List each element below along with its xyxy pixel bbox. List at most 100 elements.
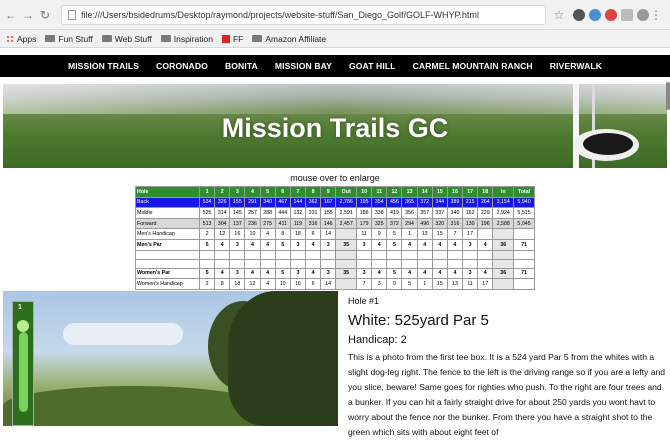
hole-photo[interactable]: 1 bbox=[3, 291, 338, 426]
table-cell: 2,786 bbox=[335, 196, 358, 209]
table-cell: 2,457 bbox=[335, 217, 358, 230]
table-cell bbox=[416, 249, 433, 260]
table-cell bbox=[462, 249, 479, 260]
scrollbar[interactable] bbox=[666, 82, 670, 110]
table-cell: 155 bbox=[320, 207, 337, 219]
table-cell: 264 bbox=[477, 196, 494, 209]
table-cell: 4 bbox=[259, 278, 276, 290]
table-cell bbox=[477, 258, 494, 269]
table-cell: 467 bbox=[274, 196, 291, 209]
table-cell bbox=[356, 249, 373, 260]
table-cell: 4 bbox=[304, 267, 322, 280]
table-cell bbox=[229, 258, 246, 269]
table-cell bbox=[386, 249, 403, 260]
table-cell: 16 bbox=[446, 186, 464, 198]
table-cell: 6 bbox=[274, 186, 291, 198]
hole-description: This is a photo from the first tee box. … bbox=[348, 352, 666, 437]
table-cell bbox=[477, 249, 494, 260]
table-cell: 9 bbox=[386, 278, 403, 290]
address-bar[interactable]: file:///Users/bsidedrums/Desktop/raymond… bbox=[61, 4, 546, 25]
table-row bbox=[135, 258, 535, 269]
bookmark-inspiration[interactable]: Inspiration bbox=[160, 34, 213, 44]
table-row: Women's Par 5 4 3 4 4 5 3 4 3 35 3 4 5 4 4 4 4 3 4 36 71 bbox=[135, 267, 535, 280]
table-cell: 4 bbox=[416, 238, 433, 251]
table-cell bbox=[513, 249, 535, 260]
reload-icon[interactable]: ↻ bbox=[38, 8, 52, 22]
extension-icon[interactable] bbox=[637, 8, 649, 21]
table-cell bbox=[259, 258, 276, 269]
table-cell: 36 bbox=[492, 238, 515, 251]
extension-icon[interactable] bbox=[605, 8, 617, 21]
table-cell: 304 bbox=[214, 217, 231, 230]
table-cell: 5,940 bbox=[513, 196, 535, 209]
table-cell: 356 bbox=[401, 207, 418, 219]
table-cell: 4 bbox=[401, 267, 418, 280]
table-cell: Men's Par bbox=[135, 238, 200, 251]
table-cell: 71 bbox=[513, 238, 535, 251]
bookmark-amazon-affiliate[interactable]: Amazon Affiliate bbox=[252, 34, 326, 44]
table-cell: 3 bbox=[371, 278, 388, 290]
table-cell bbox=[135, 249, 200, 260]
bookmark-ff[interactable]: FF bbox=[221, 34, 243, 44]
table-cell: 3 bbox=[289, 238, 306, 251]
table-cell: Women's Par bbox=[135, 267, 200, 280]
table-cell: 5 bbox=[274, 238, 291, 251]
table-cell: 365 bbox=[401, 196, 418, 209]
table-cell bbox=[214, 258, 231, 269]
table-cell: 5,045 bbox=[513, 217, 535, 230]
table-cell: 17 bbox=[477, 278, 494, 290]
table-cell: Women's Handicap bbox=[135, 278, 200, 290]
table-cell bbox=[371, 258, 388, 269]
table-cell: 3 bbox=[229, 238, 246, 251]
table-cell bbox=[289, 249, 306, 260]
nav-bonita[interactable]: BONITA bbox=[216, 61, 266, 71]
nav-mission-trails[interactable]: MISSION TRAILS bbox=[59, 61, 147, 71]
table-cell: Hole bbox=[135, 186, 200, 198]
table-cell: 18 bbox=[229, 278, 246, 290]
table-cell: 12 bbox=[244, 278, 261, 290]
table-cell: 162 bbox=[462, 207, 479, 219]
cloud bbox=[63, 323, 183, 345]
bookmark-star-icon[interactable]: ☆ bbox=[552, 8, 566, 22]
scorecard-table[interactable]: Hole 1 2 3 4 5 6 7 8 9 Out 10 11 12 13 14 15 16 17 18 In Tota… bbox=[135, 186, 535, 290]
table-cell: 534 bbox=[198, 196, 216, 209]
extension-icon[interactable] bbox=[621, 8, 633, 21]
table-cell bbox=[492, 228, 515, 240]
folder-icon bbox=[45, 35, 56, 42]
table-cell bbox=[462, 258, 479, 269]
table-cell: 291 bbox=[244, 196, 261, 209]
table-cell bbox=[274, 258, 291, 269]
table-cell: 4 bbox=[259, 238, 276, 251]
hole-minimap[interactable]: 1 bbox=[12, 301, 34, 426]
nav-goat-hill[interactable]: GOAT HILL bbox=[340, 61, 404, 71]
table-cell: 8 bbox=[304, 186, 322, 198]
table-cell: 4 bbox=[446, 267, 464, 280]
table-cell bbox=[304, 258, 322, 269]
nav-mission-bay[interactable]: MISSION BAY bbox=[266, 61, 340, 71]
table-cell: 18 bbox=[289, 228, 306, 240]
table-cell: 5 bbox=[386, 238, 403, 251]
forward-icon[interactable]: → bbox=[21, 8, 35, 22]
table-cell: 4 bbox=[259, 267, 276, 280]
table-cell: 331 bbox=[304, 207, 322, 219]
table-cell bbox=[431, 258, 448, 269]
back-icon[interactable]: ← bbox=[4, 8, 18, 22]
table-cell: In bbox=[492, 186, 515, 198]
menu-icon[interactable]: ⋮ bbox=[649, 8, 663, 22]
extension-icon[interactable] bbox=[589, 8, 601, 21]
table-cell bbox=[477, 228, 494, 240]
bookmark-fun-stuff[interactable]: Fun Stuff bbox=[45, 34, 93, 44]
nav-riverwalk[interactable]: RIVERWALK bbox=[541, 61, 610, 71]
extension-icon[interactable] bbox=[573, 8, 585, 21]
table-cell: 195 bbox=[356, 196, 373, 209]
bookmark-apps[interactable]: Apps bbox=[6, 34, 36, 44]
table-cell: 10 bbox=[356, 186, 373, 198]
bookmark-web-stuff[interactable]: Web Stuff bbox=[101, 34, 152, 44]
table-cell: 362 bbox=[304, 196, 322, 209]
nav-coronado[interactable]: CORONADO bbox=[148, 61, 217, 71]
table-cell: 196 bbox=[477, 217, 494, 230]
table-cell: 179 bbox=[356, 217, 373, 230]
nav-carmel-mountain-ranch[interactable]: CARMEL MOUNTAIN RANCH bbox=[404, 61, 541, 71]
table-cell bbox=[244, 258, 261, 269]
table-cell: 344 bbox=[431, 196, 448, 209]
